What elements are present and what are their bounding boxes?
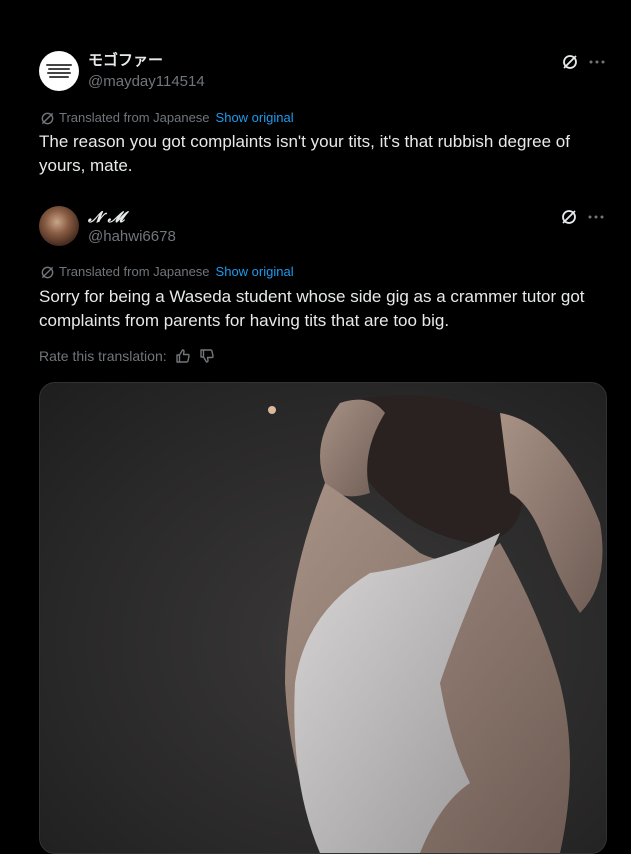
translation-notice: Translated from Japanese Show original <box>40 264 294 280</box>
user-handle[interactable]: @hahwi6678 <box>88 228 176 246</box>
rate-translation-label: Rate this translation: <box>39 348 167 364</box>
thumbs-down-icon[interactable] <box>199 348 215 364</box>
show-original-link[interactable]: Show original <box>216 264 294 280</box>
more-icon[interactable] <box>587 208 605 226</box>
reply-post-2: 𝓝 𝓜 @hahwi6678 Translated from Japanese … <box>0 0 631 854</box>
avatar[interactable] <box>39 206 79 246</box>
rate-translation: Rate this translation: <box>39 347 215 365</box>
tweet-text: Sorry for being a Waseda student whose s… <box>39 287 585 330</box>
photo-content <box>40 383 606 853</box>
translated-from-label: Translated from Japanese <box>59 264 210 279</box>
grok-icon[interactable] <box>560 208 578 226</box>
display-name[interactable]: 𝓝 𝓜 <box>88 208 124 226</box>
thumbs-up-icon[interactable] <box>175 348 191 364</box>
tweet-media-image[interactable] <box>39 382 607 854</box>
translate-icon <box>41 266 54 278</box>
